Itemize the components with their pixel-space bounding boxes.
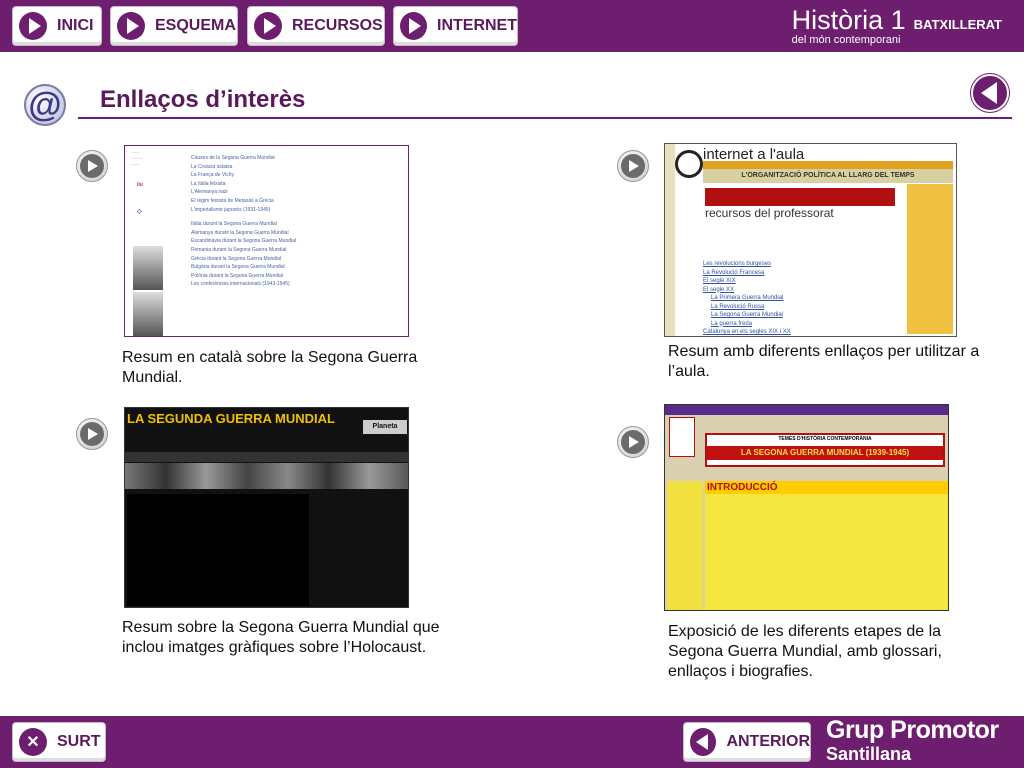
thumb1-item: L'Alemanya nazi [191,189,228,196]
thumb2-link: El segle XIX [703,278,736,284]
thumb1-photo-2 [133,292,163,336]
previous-label: ANTERIOR [726,733,810,750]
nav-internet-label: INTERNET [437,17,517,34]
close-icon: ✕ [19,728,47,756]
thumb4-banner-top: TEMES D'HISTÒRIA CONTEMPORÀNIA [778,436,872,442]
thumb2-link: La Segona Guerra Mundial [711,312,784,318]
link-3-thumbnail[interactable]: LA SEGUNDA GUERRA MUNDIAL Planeta Sedna [124,407,409,608]
thumb1-item: Grècia durant la Segona Guerra Mundial [191,255,282,262]
brand: Història 1 BATXILLERAT del món contempora… [791,5,1002,46]
thumb4-banner: TEMES D'HISTÒRIA CONTEMPORÀNIA LA SEGONA… [705,433,945,467]
thumb2-vertical-bar [665,144,675,336]
publisher-name: Grup Promotor [826,716,999,744]
thumb1-item: Itàlia durant la Segona Guerra Mundial [191,221,277,228]
thumb1-item: Escandinàvia durant la Segona Guerra Mun… [191,238,297,245]
brand-subtitle: del món contemporani [791,34,901,46]
thumb2-link: La guerra freda [711,320,753,327]
page-title: Enllaços d’interès [100,86,306,113]
nav-recursos-label: RECURSOS [292,17,383,34]
thumb4-nav [667,481,703,610]
back-arrow-icon [980,82,997,104]
thumb1-item: Les conferències internacionals (1943-19… [191,281,290,288]
thumb2-red-box [705,188,895,206]
thumb3-body [127,494,309,606]
thumb2-link: El segle XX [703,286,735,293]
brand-title: Història 1 [791,5,906,35]
thumb2-eye-logo [675,150,703,178]
thumb3-tag: Planeta Sedna [363,420,407,444]
play-icon [19,12,47,40]
link-3-description: Resum sobre la Segona Guerra Mundial que… [122,619,440,656]
thumb4-top-bar [665,405,948,415]
thumb3-title: LA SEGUNDA GUERRA MUNDIAL [127,411,335,426]
thumb1-item: Romania durant la Segona Guerra Mundial [191,246,287,253]
back-button[interactable] [971,74,1009,112]
thumb1-item: La França de Vichy [191,172,234,179]
thumb1-list: Causes de la Segona Guerra Mundial La Cr… [191,154,296,289]
thumb4-banner-title: LA SEGONA GUERRA MUNDIAL (1939-1945) [707,446,943,460]
nav-esquema-label: ESQUEMA [155,17,236,34]
thumb1-logo: ilu [137,182,143,188]
nav-internet-button[interactable]: INTERNET [393,6,518,46]
thumb2-title-band: L'ORGANITZACIÓ POLÍTICA AL LLARG DEL TEM… [703,169,953,183]
thumb3-menu [125,452,408,462]
title-divider [78,117,1012,119]
thumb1-sidebar: ····· ······· ····· [131,150,143,168]
link-1-description: Resum en català sobre la Segona Guerra M… [122,349,418,386]
play-link-4-button[interactable] [617,426,649,458]
previous-button[interactable]: ANTERIOR [683,722,811,762]
play-icon [88,160,98,172]
thumb1-item: Alemanya durant la Segona Guerra Mundial [191,229,289,236]
publisher-subname: Santillana [826,744,912,764]
nav-esquema-button[interactable]: ESQUEMA [110,6,238,46]
play-link-3-button[interactable] [76,418,108,450]
thumb3-photo-strip [125,463,408,489]
thumb2-link: La Revolució Russa [711,303,765,310]
thumb1-item: Polònia durant la Segona Guerra Mundial [191,272,284,279]
thumb2-brand: recursos del professorat [705,206,834,220]
nav-inici-label: INICI [57,17,94,34]
nav-inici-button[interactable]: INICI [12,6,102,46]
thumb2-top-band [703,161,953,169]
publisher-logo: Grup Promotor Santillana [826,716,999,765]
thumb1-item: L'imperialisme japonès (1931-1945) [191,206,271,213]
thumb2-link: La Revolució Francesa [703,269,765,276]
thumb4-content: INTRODUCCIÓ [705,481,948,610]
thumb1-item: Bulgària durant la Segona Guerra Mundial [191,264,285,271]
exit-label: SURT [57,733,101,750]
link-4-thumbnail[interactable]: TEMES D'HISTÒRIA CONTEMPORÀNIA LA SEGONA… [664,404,949,611]
thumb1-webquiz-logo: ◇ [137,209,142,215]
top-bar: INICI ESQUEMA RECURSOS INTERNET Història… [0,0,1024,52]
play-link-1-button[interactable] [76,150,108,182]
play-icon [629,160,639,172]
thumb1-item: El règim feixista de Metaxàs a Grècia [191,197,274,204]
thumb2-link: Catalunya en els segles XIX i XX [703,329,791,335]
thumb1-item: La Croàcia ústaixa [191,163,233,170]
thumb2-link: Les revolucions burgeses [703,261,772,267]
thumb4-logo [669,417,695,457]
nav-recursos-button[interactable]: RECURSOS [247,6,385,46]
at-sign-icon: @ [24,84,66,126]
play-link-2-button[interactable] [617,150,649,182]
thumb2-link: La Primera Guerra Mundial [711,295,784,301]
play-icon [629,436,639,448]
play-icon [400,12,427,40]
link-2-thumbnail[interactable]: internet a l'aula L'ORGANITZACIÓ POLÍTIC… [664,143,957,337]
thumb1-photo-1 [133,246,163,290]
play-icon [88,428,98,440]
play-icon [254,12,282,40]
link-4-description: Exposició de les diferents etapes de la … [668,623,942,680]
exit-button[interactable]: ✕ SURT [12,722,106,762]
thumb1-item: Causes de la Segona Guerra Mundial [191,155,275,161]
play-icon [117,12,145,40]
thumb4-intro: INTRODUCCIÓ [705,481,948,494]
thumb3-right-column [313,494,408,606]
thumb2-side-column [907,184,953,334]
link-2-description: Resum amb diferents enllaços per utilitz… [668,343,980,380]
brand-level: BATXILLERAT [913,17,1002,32]
thumb2-links: Les revolucions burgeses La Revolució Fr… [703,260,791,336]
back-arrow-icon [690,728,717,756]
thumb1-item: La Itàlia feixista [191,180,226,187]
link-1-thumbnail[interactable]: ····· ······· ····· ilu ◇ Causes de la Seg… [124,145,409,337]
